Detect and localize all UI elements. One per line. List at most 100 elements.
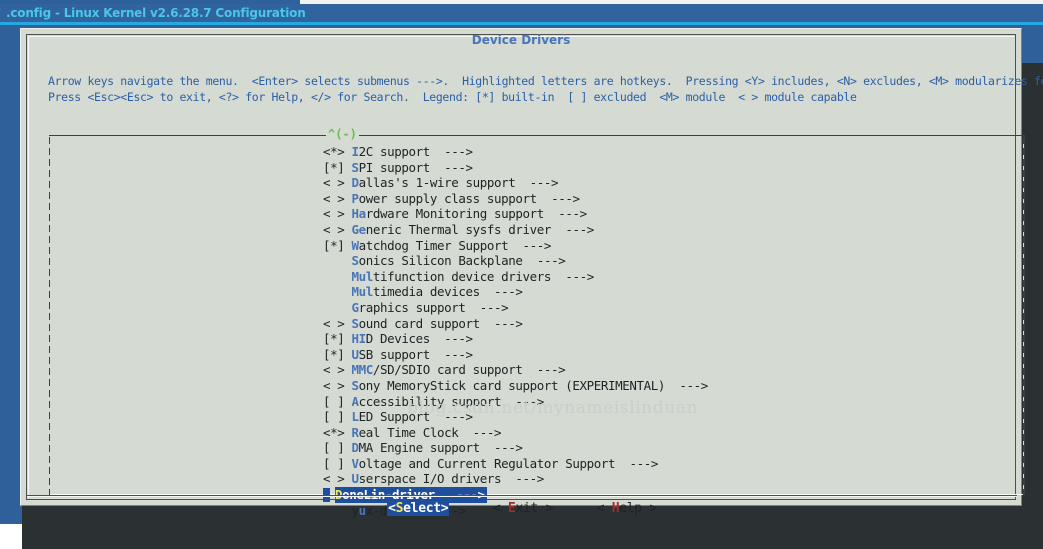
menu-item-tag: [*]	[323, 346, 352, 362]
submenu-arrow-icon: --->	[444, 144, 473, 159]
submenu-arrow-icon: --->	[679, 377, 708, 393]
submenu-arrow-icon: --->	[536, 253, 566, 269]
menu-item-hotkey: G	[351, 299, 360, 315]
help-text: Arrow keys navigate the menu. <Enter> se…	[48, 73, 1043, 105]
menu-item[interactable]: [*] USB support --->	[323, 347, 1013, 363]
menu-item-label: eal Time Clock	[358, 424, 473, 440]
menu-item-hotkey: P	[351, 190, 360, 206]
scroll-up-indicator[interactable]: ^(-)	[326, 127, 359, 141]
submenu-arrow-icon: --->	[444, 346, 473, 362]
menu-item[interactable]: < > Sony MemoryStick card support (EXPER…	[323, 378, 1013, 394]
menu-item[interactable]: <*> I2C support --->	[323, 144, 1013, 160]
exit-button-prefix: <	[492, 501, 508, 516]
menu-item[interactable]: [ ] LED Support --->	[323, 409, 1013, 425]
menu-item-label: ony MemoryStick card support (EXPERIMENT…	[358, 377, 680, 393]
menu-item-tag: [ ]	[323, 393, 352, 409]
menu-item-hotkey: D	[351, 175, 360, 191]
menu-item-hotkey: S	[351, 315, 360, 331]
menu-scroll-box[interactable]: ^(-) <*> I2C support ---> [*] SPI support…	[49, 127, 1025, 518]
menu-item-list[interactable]: <*> I2C support ---> [*] SPI support --->…	[323, 144, 1013, 518]
menu-item[interactable]: [*] HID Devices --->	[323, 331, 1013, 347]
submenu-arrow-icon: --->	[494, 440, 523, 456]
menu-item[interactable]: [ ] Accessibility support --->	[323, 394, 1013, 410]
help-line-2: Press <Esc><Esc> to exit, <?> for Help, …	[48, 90, 857, 104]
menu-item-hotkey: L	[351, 409, 360, 425]
menu-item-hotkey: S	[351, 159, 360, 175]
menu-item[interactable]: < > Dallas's 1-wire support --->	[323, 175, 1013, 191]
menu-item[interactable]: [ ] Voltage and Current Regulator Suppor…	[323, 456, 1013, 472]
menu-item-tag: [*]	[323, 237, 352, 253]
select-button-label: elect	[403, 501, 441, 516]
menu-item-tag: < >	[323, 362, 352, 378]
menuconfig-screen: .config - Linux Kernel v2.6.28.7 Configu…	[0, 0, 1043, 549]
menu-item-hotkey: S	[351, 253, 360, 269]
menu-item-label: allas's 1-wire support	[358, 175, 530, 191]
submenu-arrow-icon: --->	[558, 206, 587, 222]
menu-item[interactable]: [ ] DMA Engine support --->	[323, 440, 1013, 456]
help-button-label: elp	[619, 501, 642, 516]
menu-item-tag: < >	[323, 206, 352, 222]
menu-item-hotkey: Ge	[351, 221, 367, 237]
menu-item-hotkey: A	[351, 393, 360, 409]
menu-item-label: oltage and Current Regulator Support	[358, 455, 630, 471]
help-button[interactable]: < Help >	[596, 501, 658, 516]
menu-item-label: /SD/SDIO card support	[372, 362, 537, 378]
submenu-arrow-icon: --->	[536, 362, 566, 378]
menu-item[interactable]: Graphics support --->	[323, 300, 1013, 316]
submenu-arrow-icon: --->	[551, 190, 580, 206]
menu-item-tag: < >	[323, 377, 352, 393]
menu-item[interactable]: Multifunction device drivers --->	[323, 269, 1013, 285]
menu-item-tag: < >	[323, 175, 352, 191]
menu-item-label: tifunction device drivers	[372, 268, 566, 284]
menu-item-tag: [ ]	[323, 440, 352, 456]
menu-item[interactable]: [*] SPI support --->	[323, 160, 1013, 176]
submenu-arrow-icon: --->	[515, 393, 544, 409]
menu-item[interactable]: < > Sound card support --->	[323, 316, 1013, 332]
menu-item-tag	[323, 253, 352, 268]
submenu-arrow-icon: --->	[444, 409, 473, 425]
window-title: .config - Linux Kernel v2.6.28.7 Configu…	[0, 4, 1043, 22]
menu-item-hotkey: Mul	[351, 268, 374, 284]
menu-item-hotkey: I	[351, 144, 360, 159]
menu-item[interactable]: Multimedia devices --->	[323, 284, 1013, 300]
help-button-suffix: >	[641, 501, 657, 516]
menu-item[interactable]: <*> Real Time Clock --->	[323, 425, 1013, 441]
menu-item-hotkey: R	[351, 424, 360, 440]
menu-item-label: ound card support	[358, 315, 495, 331]
dialog-heading: Device Drivers	[471, 33, 571, 47]
menu-item-label: neric Thermal sysfs driver	[365, 221, 566, 237]
menu-item-label: serspace I/O drivers	[358, 471, 516, 487]
menu-item-hotkey: D	[351, 440, 360, 456]
menu-item[interactable]: < > MMC/SD/SDIO card support --->	[323, 362, 1013, 378]
menu-item-tag: < >	[323, 315, 352, 331]
menu-item-tag	[323, 284, 352, 299]
menu-item[interactable]: < > Userspace I/O drivers --->	[323, 471, 1013, 487]
submenu-arrow-icon: --->	[529, 175, 559, 191]
exit-button-suffix: >	[538, 501, 554, 516]
menu-item-tag: < >	[323, 221, 352, 237]
menu-item-tag: [*]	[323, 159, 352, 175]
select-button[interactable]: <Select>	[387, 501, 450, 516]
menu-item-tag: <*>	[323, 424, 352, 440]
help-button-prefix: <	[596, 501, 612, 516]
menu-item[interactable]: Sonics Silicon Backplane --->	[323, 253, 1013, 269]
menu-item-label: atchdog Timer Support	[358, 237, 523, 253]
submenu-arrow-icon: --->	[494, 284, 523, 300]
menu-item[interactable]: < > Generic Thermal sysfs driver --->	[323, 222, 1013, 238]
dialog-button-bar: <Select> < Exit > < Help >	[27, 501, 1017, 516]
submenu-arrow-icon: --->	[515, 471, 544, 487]
config-dialog: Device Drivers Arrow keys navigate the m…	[20, 28, 1043, 518]
menu-item-label: ower supply class support	[358, 190, 552, 206]
menu-item-label: ccessibility support	[358, 393, 516, 409]
submenu-arrow-icon: --->	[494, 315, 523, 331]
menu-item[interactable]: < > Hardware Monitoring support --->	[323, 206, 1013, 222]
submenu-arrow-icon: --->	[479, 299, 509, 315]
menu-item-label: D Devices	[365, 331, 445, 347]
menu-item-tag: [*]	[323, 331, 352, 347]
menu-item[interactable]: [*] Watchdog Timer Support --->	[323, 238, 1013, 254]
exit-button[interactable]: < Exit >	[492, 501, 554, 516]
menu-item-label: MA Engine support	[358, 440, 495, 456]
menu-item[interactable]: < > Power supply class support --->	[323, 191, 1013, 207]
menu-box-right-rail	[1023, 137, 1024, 495]
button-separator-highlight	[27, 496, 1017, 497]
